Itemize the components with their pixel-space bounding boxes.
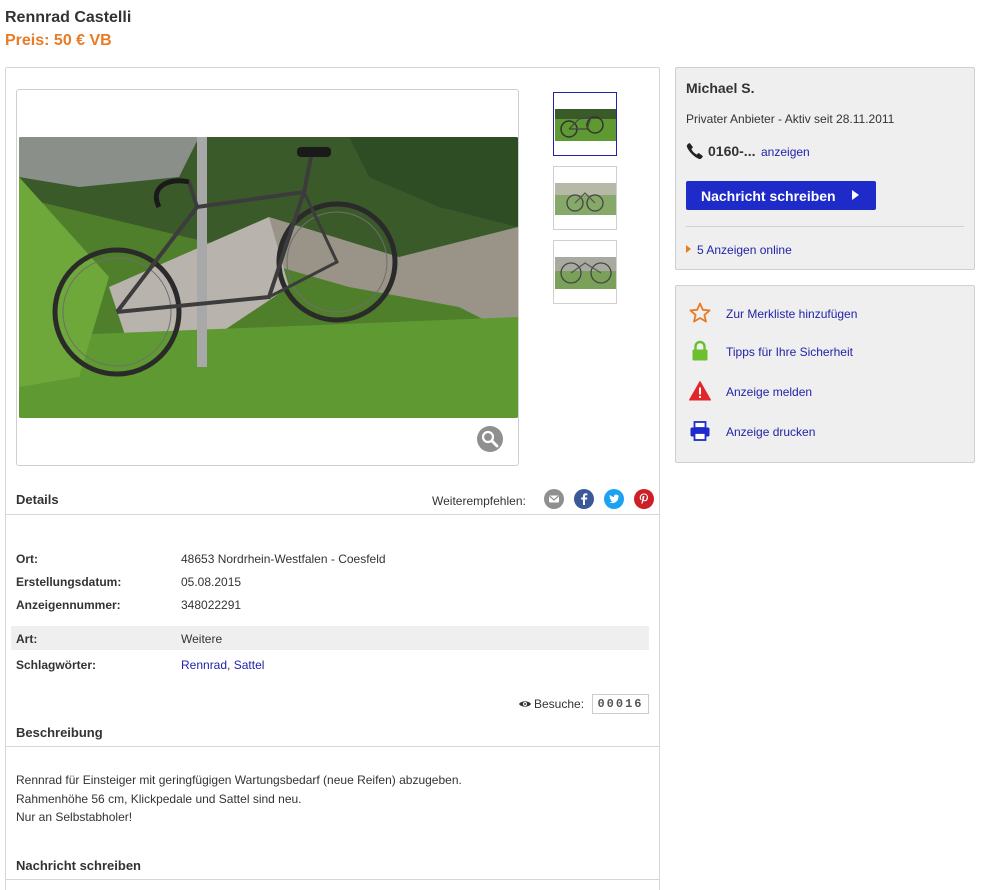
tag-link[interactable]: Sattel [234,658,265,672]
phone-number: 0160-... [708,143,756,159]
action-label: Tipps für Ihre Sicherheit [726,345,853,359]
actions-panel: Zur Merkliste hinzufügen Tipps für Ihre … [675,285,975,463]
listing-price: Preis: 50 € VB [5,32,112,49]
listing-main-panel: Details Weiterempfehlen: Ort: 48653 Nord… [5,67,660,890]
message-section-heading: Nachricht schreiben [16,858,141,873]
description-text: Rennrad für Einsteiger mit geringfügigen… [16,771,462,827]
description-heading: Beschreibung [16,725,103,740]
action-label: Anzeige melden [726,385,813,399]
detail-key: Ort: [16,552,38,566]
zoom-button[interactable] [477,426,503,452]
arrow-right-icon [852,190,859,200]
image-gallery [16,89,519,466]
details-heading: Details [16,492,59,507]
tag-link[interactable]: Rennrad [181,658,227,672]
action-label: Zur Merkliste hinzufügen [726,307,858,321]
triangle-bullet-icon [686,245,691,253]
eye-icon [519,701,531,707]
detail-key: Schlagwörter: [16,658,97,672]
show-phone-link[interactable]: anzeigen [761,145,810,159]
lock-icon [692,340,708,361]
printer-icon [690,421,710,441]
add-to-watchlist-action[interactable]: Zur Merkliste hinzufügen [688,301,958,325]
listing-title: Rennrad Castelli [5,9,132,26]
thumbnail-3[interactable] [553,240,617,304]
detail-row-type: Art: Weitere [11,626,649,650]
detail-key: Art: [16,632,38,646]
description-divider [6,746,659,747]
tag-list: Rennrad, Sattel [181,658,264,672]
write-message-label: Nachricht schreiben [701,188,836,204]
visits-counter: 00016 [592,694,649,714]
detail-key: Erstellungsdatum: [16,575,122,589]
description-line: Nur an Selbstabholer! [16,810,133,824]
twitter-icon[interactable] [604,489,624,509]
phone-icon [686,143,703,160]
seller-divider [686,226,964,227]
warning-icon [689,381,711,401]
seller-info: Privater Anbieter - Aktiv seit 28.11.201… [686,112,895,126]
write-message-button[interactable]: Nachricht schreiben [686,181,876,210]
type-link[interactable]: Weitere [181,632,222,646]
description-line: Rennrad für Einsteiger mit geringfügigen… [16,773,462,787]
detail-value: 48653 Nordrhein-Westfalen - Coesfeld [181,552,386,566]
main-photo[interactable] [19,137,518,418]
message-divider [6,879,659,880]
details-divider [6,514,659,515]
detail-value: 05.08.2015 [181,575,242,589]
detail-key: Anzeigennummer: [16,598,121,612]
seller-name: Michael S. [686,80,755,96]
detail-row-tags: Schlagwörter: Rennrad, Sattel [11,652,649,676]
action-label: Anzeige drucken [726,425,816,439]
thumbnail-1[interactable] [553,92,617,156]
ads-online-link[interactable]: 5 Anzeigen online [686,243,792,257]
facebook-icon[interactable] [574,489,594,509]
detail-value: 348022291 [181,598,242,612]
description-line: Rahmenhöhe 56 cm, Klickpedale und Sattel… [16,791,302,806]
magnifier-icon [481,430,499,448]
share-label: Weiterempfehlen: [432,494,526,508]
pinterest-icon[interactable] [634,489,654,509]
print-ad-action[interactable]: Anzeige drucken [688,419,958,443]
ads-online-label: 5 Anzeigen online [697,243,792,257]
visits-label: Besuche: [534,697,585,711]
email-icon[interactable] [544,489,564,509]
tag-separator: , [227,658,231,672]
detail-row-date: Erstellungsdatum: 05.08.2015 [11,569,649,593]
star-icon [689,302,711,323]
report-ad-action[interactable]: Anzeige melden [688,379,958,403]
detail-row-ad-number: Anzeigennummer: 348022291 [11,592,649,616]
thumbnail-2[interactable] [553,166,617,230]
detail-row-location: Ort: 48653 Nordrhein-Westfalen - Coesfel… [11,546,649,570]
safety-tips-action[interactable]: Tipps für Ihre Sicherheit [688,339,958,363]
seller-panel: Michael S. Privater Anbieter - Aktiv sei… [675,67,975,270]
